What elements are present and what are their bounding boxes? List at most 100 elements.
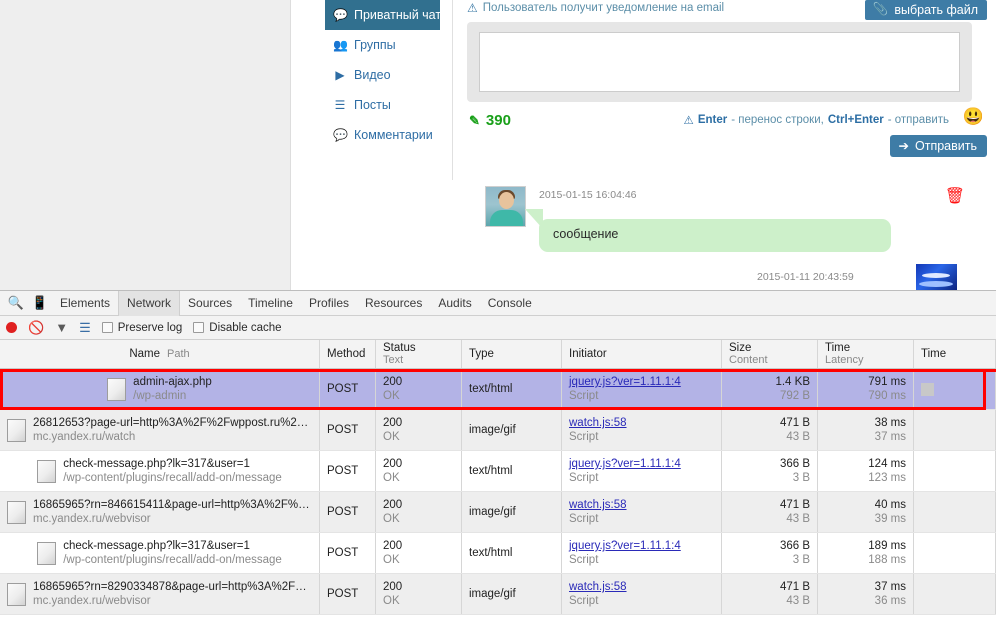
- choose-file-button[interactable]: 📎 выбрать файл: [864, 0, 987, 20]
- table-row[interactable]: check-message.php?lk=317&user=1/wp-conte…: [0, 451, 996, 492]
- column-header-type[interactable]: Type: [462, 340, 562, 368]
- cell-type: image/gif: [462, 410, 562, 450]
- cell-initiator: watch.js:58 Script: [562, 492, 722, 532]
- edit-pencil-icon: ✎: [469, 112, 480, 128]
- initiator-link[interactable]: watch.js:58: [569, 580, 714, 594]
- initiator-kind: Script: [569, 513, 599, 525]
- cell-name: 16865965?rn=8290334878&page-url=http%3A%…: [0, 574, 320, 614]
- request-method: POST: [327, 424, 359, 436]
- initiator-link[interactable]: jquery.js?ver=1.11.1:4: [569, 539, 714, 553]
- sidebar-item-label: Группы: [354, 38, 396, 52]
- status-code: 200: [383, 458, 403, 470]
- trash-icon[interactable]: 🗑: [945, 189, 965, 205]
- arrow-right-icon: ➔: [898, 139, 910, 153]
- message-input-wrapper: [467, 22, 972, 102]
- request-path: /wp-content/plugins/recall/add-on/messag…: [63, 554, 282, 566]
- time-value: 38 ms: [874, 417, 906, 429]
- cell-status: 200 OK: [376, 369, 462, 409]
- column-header-method[interactable]: Method: [320, 340, 376, 368]
- cell-time: 38 ms 37 ms: [818, 410, 914, 450]
- time-value: 124 ms: [868, 458, 906, 470]
- tab-elements[interactable]: Elements: [52, 291, 118, 316]
- status-code: 200: [383, 417, 403, 429]
- tab-sources[interactable]: Sources: [180, 291, 240, 316]
- record-circle-icon[interactable]: [6, 322, 17, 333]
- sidebar-item-label: Комментарии: [354, 128, 433, 142]
- file-icon: [37, 459, 57, 483]
- funnel-filter-icon[interactable]: ▼: [55, 320, 68, 335]
- devtools-tabbar: 🔍 📱 Elements Network Sources Timeline Pr…: [0, 290, 996, 316]
- disable-cache-checkbox[interactable]: Disable cache: [193, 321, 282, 334]
- preserve-log-label: Preserve log: [117, 321, 183, 334]
- device-toggle-icon[interactable]: 📱: [28, 291, 52, 315]
- list-view-icon[interactable]: ☰: [79, 320, 91, 336]
- initiator-link[interactable]: watch.js:58: [569, 498, 714, 512]
- request-type: image/gif: [469, 424, 516, 436]
- table-row[interactable]: 16865965?rn=8290334878&page-url=http%3A%…: [0, 574, 996, 615]
- sidebar-item-private-chat[interactable]: 💬 Приватный чат: [325, 0, 441, 30]
- send-button-label: Отправить: [915, 138, 977, 153]
- column-header-initiator[interactable]: Initiator: [562, 340, 722, 368]
- latency-value: 37 ms: [874, 431, 906, 443]
- column-header-status[interactable]: Status Text: [376, 340, 462, 368]
- table-row[interactable]: 26812653?page-url=http%3A%2F%2Fwppost.ru…: [0, 410, 996, 451]
- request-type: text/html: [469, 465, 513, 477]
- disable-cache-label: Disable cache: [209, 321, 282, 334]
- tab-console[interactable]: Console: [480, 291, 540, 316]
- content-size: 3 B: [792, 472, 810, 484]
- send-button[interactable]: ➔ Отправить: [889, 135, 987, 157]
- preserve-log-checkbox[interactable]: Preserve log: [101, 321, 183, 334]
- tab-timeline[interactable]: Timeline: [240, 291, 301, 316]
- column-header-timeline[interactable]: Time: [914, 340, 996, 368]
- tab-audits[interactable]: Audits: [430, 291, 479, 316]
- content-size: 43 B: [786, 513, 810, 525]
- tab-profiles[interactable]: Profiles: [301, 291, 357, 316]
- request-name: check-message.php?lk=317&user=1: [63, 540, 250, 552]
- column-header-time[interactable]: Time Latency: [818, 340, 914, 368]
- sidebar-item-label: Видео: [354, 68, 391, 82]
- sidebar-item-posts[interactable]: ☰ Посты: [325, 90, 440, 120]
- initiator-link[interactable]: watch.js:58: [569, 416, 714, 430]
- video-play-icon: ▶: [335, 68, 345, 82]
- cell-timeline: [914, 492, 996, 532]
- status-text: OK: [383, 595, 400, 607]
- table-row[interactable]: 16865965?rn=846615411&page-url=http%3A%2…: [0, 492, 996, 533]
- request-method: POST: [327, 588, 359, 600]
- table-row[interactable]: check-message.php?lk=317&user=1/wp-conte…: [0, 533, 996, 574]
- clear-prohibited-icon[interactable]: 🚫: [28, 320, 44, 336]
- chat-bubbles-icon: 💬: [333, 8, 348, 22]
- sidebar-item-video[interactable]: ▶ Видео: [325, 60, 440, 90]
- hint-mid-text: - перенос строки,: [731, 114, 824, 126]
- network-table-header: Name Path Method Status Text Type Initia…: [0, 340, 996, 369]
- search-icon[interactable]: 🔍: [4, 291, 28, 315]
- tab-resources[interactable]: Resources: [357, 291, 430, 316]
- cell-time: 37 ms 36 ms: [818, 574, 914, 614]
- cell-timeline: [914, 451, 996, 491]
- status-code: 200: [383, 540, 403, 552]
- request-path: mc.yandex.ru/webvisor: [33, 595, 151, 607]
- initiator-link[interactable]: jquery.js?ver=1.11.1:4: [569, 457, 714, 471]
- table-row[interactable]: admin-ajax.php/wp-admin POST 200 OK text/htm…: [0, 369, 996, 410]
- column-header-size[interactable]: Size Content: [722, 340, 818, 368]
- avatar: [485, 186, 526, 227]
- latency-value: 39 ms: [874, 513, 906, 525]
- content-size: 43 B: [786, 595, 810, 607]
- smiley-face-icon[interactable]: 😃: [963, 108, 984, 125]
- status-text: OK: [383, 513, 400, 525]
- request-method: POST: [327, 383, 359, 395]
- message-input[interactable]: [479, 32, 960, 92]
- status-text: OK: [383, 431, 400, 443]
- cell-initiator: watch.js:58 Script: [562, 574, 722, 614]
- keyboard-hint: ⚠ Enter - перенос строки, Ctrl+Enter - о…: [684, 113, 949, 127]
- tab-network[interactable]: Network: [118, 290, 181, 316]
- cell-initiator: jquery.js?ver=1.11.1:4 Script: [562, 451, 722, 491]
- sidebar-item-groups[interactable]: 👥 Группы: [325, 30, 440, 60]
- cell-initiator: watch.js:58 Script: [562, 410, 722, 450]
- sidebar-item-comments[interactable]: 💬 Комментарии: [325, 120, 440, 150]
- column-header-name[interactable]: Name Path: [0, 340, 320, 368]
- cell-initiator: jquery.js?ver=1.11.1:4 Script: [562, 369, 722, 409]
- chat-sidebar-nav: 💬 Приватный чат 👥 Группы ▶ Видео ☰ Посты…: [325, 0, 441, 150]
- request-name: admin-ajax.php: [133, 376, 212, 388]
- initiator-link[interactable]: jquery.js?ver=1.11.1:4: [569, 375, 714, 389]
- character-counter: ✎ 390: [469, 112, 511, 129]
